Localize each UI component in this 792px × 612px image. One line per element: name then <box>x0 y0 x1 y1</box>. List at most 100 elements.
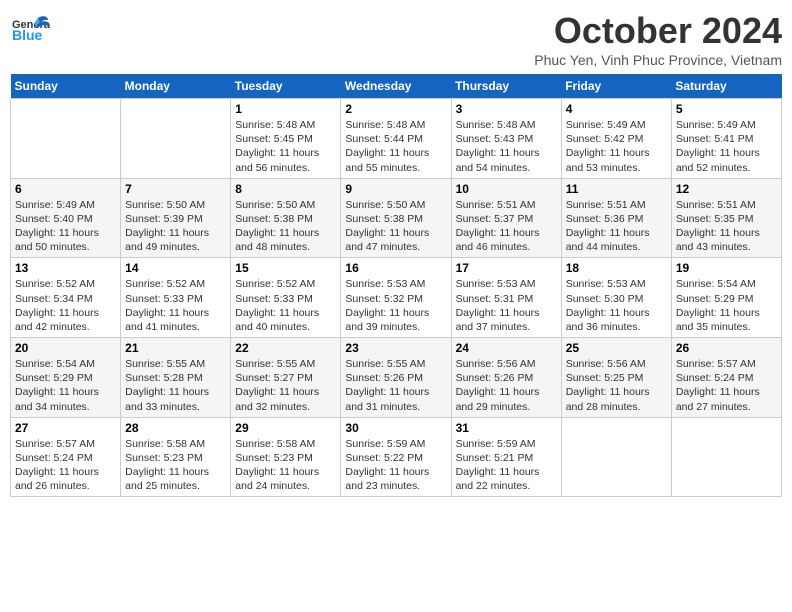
day-number: 1 <box>235 102 336 116</box>
calendar-cell <box>561 417 671 497</box>
day-detail: Sunrise: 5:51 AM Sunset: 5:37 PM Dayligh… <box>456 198 557 255</box>
location: Phuc Yen, Vinh Phuc Province, Vietnam <box>534 52 782 68</box>
calendar-cell: 15 Sunrise: 5:52 AM Sunset: 5:33 PM Dayli… <box>231 258 341 338</box>
weekday-header-tuesday: Tuesday <box>231 74 341 99</box>
weekday-header-thursday: Thursday <box>451 74 561 99</box>
calendar-cell: 20Sunrise: 5:54 AM Sunset: 5:29 PM Dayli… <box>11 338 121 418</box>
calendar-cell: 27 Sunrise: 5:57 AM Sunset: 5:24 PM Dayli… <box>11 417 121 497</box>
calendar-cell <box>671 417 781 497</box>
calendar-cell: 16Sunrise: 5:53 AM Sunset: 5:32 PM Dayli… <box>341 258 451 338</box>
day-number: 3 <box>456 102 557 116</box>
day-number: 24 <box>456 341 557 355</box>
day-detail: Sunrise: 5:54 AM Sunset: 5:29 PM Dayligh… <box>676 277 777 334</box>
day-number: 31 <box>456 421 557 435</box>
day-detail: Sunrise: 5:49 AM Sunset: 5:42 PM Dayligh… <box>566 118 667 175</box>
day-detail: Sunrise: 5:58 AM Sunset: 5:23 PM Dayligh… <box>125 437 226 494</box>
calendar-cell: 8Sunrise: 5:50 AM Sunset: 5:38 PM Daylig… <box>231 178 341 258</box>
calendar-cell: 31 Sunrise: 5:59 AM Sunset: 5:21 PM Dayli… <box>451 417 561 497</box>
logo: General Blue <box>10 10 50 50</box>
day-number: 8 <box>235 182 336 196</box>
day-number: 19 <box>676 261 777 275</box>
calendar-cell: 29 Sunrise: 5:58 AM Sunset: 5:23 PM Dayli… <box>231 417 341 497</box>
day-number: 14 <box>125 261 226 275</box>
day-number: 11 <box>566 182 667 196</box>
day-detail: Sunrise: 5:59 AM Sunset: 5:22 PM Dayligh… <box>345 437 446 494</box>
calendar-cell: 26 Sunrise: 5:57 AM Sunset: 5:24 PM Dayli… <box>671 338 781 418</box>
day-number: 15 <box>235 261 336 275</box>
calendar-cell <box>121 99 231 179</box>
calendar-week-1: 1 Sunrise: 5:48 AM Sunset: 5:45 PM Daylig… <box>11 99 782 179</box>
day-number: 7 <box>125 182 226 196</box>
calendar-cell <box>11 99 121 179</box>
calendar-cell: 11 Sunrise: 5:51 AM Sunset: 5:36 PM Dayli… <box>561 178 671 258</box>
calendar-cell: 7 Sunrise: 5:50 AM Sunset: 5:39 PM Daylig… <box>121 178 231 258</box>
day-detail: Sunrise: 5:55 AM Sunset: 5:28 PM Dayligh… <box>125 357 226 414</box>
day-number: 21 <box>125 341 226 355</box>
day-detail: Sunrise: 5:57 AM Sunset: 5:24 PM Dayligh… <box>676 357 777 414</box>
day-detail: Sunrise: 5:49 AM Sunset: 5:40 PM Dayligh… <box>15 198 116 255</box>
day-detail: Sunrise: 5:49 AM Sunset: 5:41 PM Dayligh… <box>676 118 777 175</box>
day-detail: Sunrise: 5:48 AM Sunset: 5:45 PM Dayligh… <box>235 118 336 175</box>
calendar-cell: 14 Sunrise: 5:52 AM Sunset: 5:33 PM Dayli… <box>121 258 231 338</box>
day-number: 17 <box>456 261 557 275</box>
calendar-week-4: 20Sunrise: 5:54 AM Sunset: 5:29 PM Dayli… <box>11 338 782 418</box>
weekday-header-row: SundayMondayTuesdayWednesdayThursdayFrid… <box>11 74 782 99</box>
day-detail: Sunrise: 5:51 AM Sunset: 5:36 PM Dayligh… <box>566 198 667 255</box>
day-number: 26 <box>676 341 777 355</box>
day-detail: Sunrise: 5:50 AM Sunset: 5:39 PM Dayligh… <box>125 198 226 255</box>
day-number: 28 <box>125 421 226 435</box>
calendar-cell: 21 Sunrise: 5:55 AM Sunset: 5:28 PM Dayli… <box>121 338 231 418</box>
day-detail: Sunrise: 5:52 AM Sunset: 5:33 PM Dayligh… <box>125 277 226 334</box>
day-number: 23 <box>345 341 446 355</box>
day-detail: Sunrise: 5:52 AM Sunset: 5:33 PM Dayligh… <box>235 277 336 334</box>
calendar-cell: 30 Sunrise: 5:59 AM Sunset: 5:22 PM Dayli… <box>341 417 451 497</box>
day-detail: Sunrise: 5:55 AM Sunset: 5:26 PM Dayligh… <box>345 357 446 414</box>
calendar-cell: 2 Sunrise: 5:48 AM Sunset: 5:44 PM Daylig… <box>341 99 451 179</box>
day-detail: Sunrise: 5:58 AM Sunset: 5:23 PM Dayligh… <box>235 437 336 494</box>
weekday-header-sunday: Sunday <box>11 74 121 99</box>
day-detail: Sunrise: 5:51 AM Sunset: 5:35 PM Dayligh… <box>676 198 777 255</box>
day-number: 2 <box>345 102 446 116</box>
day-number: 22 <box>235 341 336 355</box>
day-detail: Sunrise: 5:56 AM Sunset: 5:26 PM Dayligh… <box>456 357 557 414</box>
day-detail: Sunrise: 5:56 AM Sunset: 5:25 PM Dayligh… <box>566 357 667 414</box>
calendar-cell: 5Sunrise: 5:49 AM Sunset: 5:41 PM Daylig… <box>671 99 781 179</box>
svg-text:Blue: Blue <box>12 27 43 43</box>
weekday-header-friday: Friday <box>561 74 671 99</box>
day-detail: Sunrise: 5:53 AM Sunset: 5:32 PM Dayligh… <box>345 277 446 334</box>
calendar-cell: 1 Sunrise: 5:48 AM Sunset: 5:45 PM Daylig… <box>231 99 341 179</box>
day-number: 27 <box>15 421 116 435</box>
day-detail: Sunrise: 5:57 AM Sunset: 5:24 PM Dayligh… <box>15 437 116 494</box>
day-detail: Sunrise: 5:53 AM Sunset: 5:30 PM Dayligh… <box>566 277 667 334</box>
day-detail: Sunrise: 5:48 AM Sunset: 5:43 PM Dayligh… <box>456 118 557 175</box>
day-number: 20 <box>15 341 116 355</box>
calendar-cell: 19 Sunrise: 5:54 AM Sunset: 5:29 PM Dayli… <box>671 258 781 338</box>
calendar-week-5: 27 Sunrise: 5:57 AM Sunset: 5:24 PM Dayli… <box>11 417 782 497</box>
calendar-cell: 17Sunrise: 5:53 AM Sunset: 5:31 PM Dayli… <box>451 258 561 338</box>
day-number: 9 <box>345 182 446 196</box>
day-number: 25 <box>566 341 667 355</box>
day-detail: Sunrise: 5:55 AM Sunset: 5:27 PM Dayligh… <box>235 357 336 414</box>
weekday-header-wednesday: Wednesday <box>341 74 451 99</box>
day-detail: Sunrise: 5:59 AM Sunset: 5:21 PM Dayligh… <box>456 437 557 494</box>
calendar-cell: 4 Sunrise: 5:49 AM Sunset: 5:42 PM Daylig… <box>561 99 671 179</box>
calendar-week-3: 13 Sunrise: 5:52 AM Sunset: 5:34 PM Dayli… <box>11 258 782 338</box>
day-number: 4 <box>566 102 667 116</box>
day-detail: Sunrise: 5:52 AM Sunset: 5:34 PM Dayligh… <box>15 277 116 334</box>
day-number: 12 <box>676 182 777 196</box>
day-detail: Sunrise: 5:48 AM Sunset: 5:44 PM Dayligh… <box>345 118 446 175</box>
day-number: 29 <box>235 421 336 435</box>
day-detail: Sunrise: 5:50 AM Sunset: 5:38 PM Dayligh… <box>345 198 446 255</box>
weekday-header-saturday: Saturday <box>671 74 781 99</box>
day-number: 30 <box>345 421 446 435</box>
calendar-cell: 18Sunrise: 5:53 AM Sunset: 5:30 PM Dayli… <box>561 258 671 338</box>
month-title: October 2024 <box>534 10 782 52</box>
calendar-cell: 13 Sunrise: 5:52 AM Sunset: 5:34 PM Dayli… <box>11 258 121 338</box>
title-block: October 2024 Phuc Yen, Vinh Phuc Provinc… <box>534 10 782 68</box>
calendar-week-2: 6Sunrise: 5:49 AM Sunset: 5:40 PM Daylig… <box>11 178 782 258</box>
calendar-cell: 24 Sunrise: 5:56 AM Sunset: 5:26 PM Dayli… <box>451 338 561 418</box>
calendar-cell: 23 Sunrise: 5:55 AM Sunset: 5:26 PM Dayli… <box>341 338 451 418</box>
day-number: 13 <box>15 261 116 275</box>
calendar-cell: 6Sunrise: 5:49 AM Sunset: 5:40 PM Daylig… <box>11 178 121 258</box>
calendar-cell: 10Sunrise: 5:51 AM Sunset: 5:37 PM Dayli… <box>451 178 561 258</box>
